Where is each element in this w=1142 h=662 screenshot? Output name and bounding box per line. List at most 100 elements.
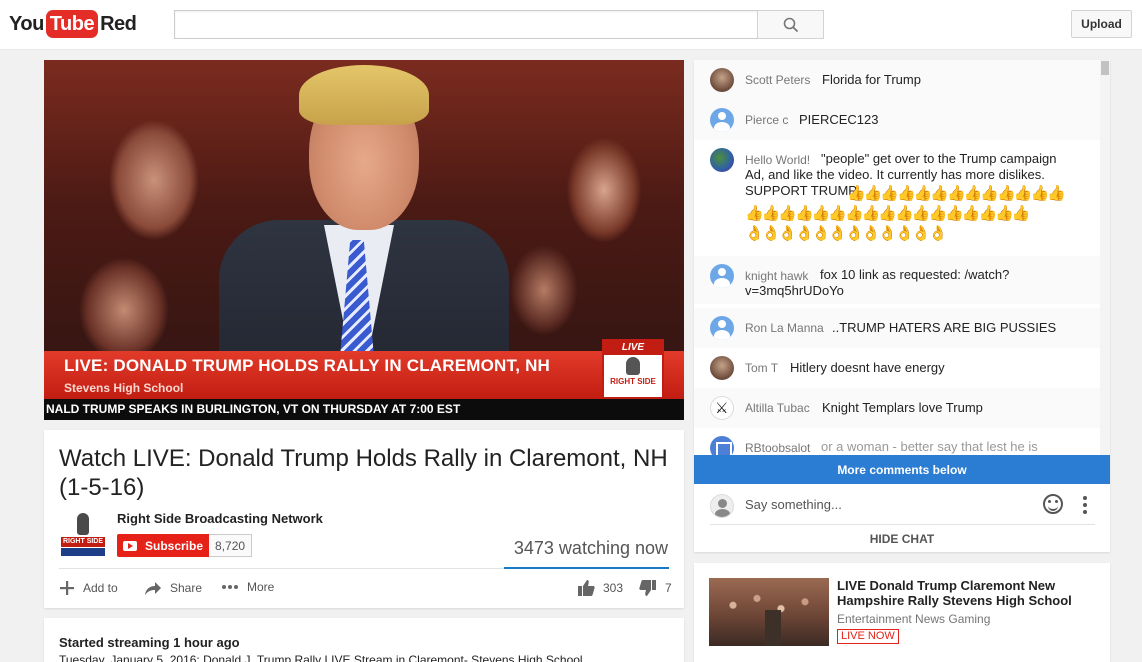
search-input[interactable] [174,10,758,39]
related-video-channel: Entertainment News Gaming [837,612,991,626]
live-bug-label: LIVE [604,341,662,355]
emoji-picker-icon[interactable] [1043,494,1063,514]
chat-text: fox 10 link as requested: /watch?v=3mq5h… [745,267,1010,298]
chat-author[interactable]: Altilla Tubac [745,401,810,415]
live-now-badge: LIVE NOW [837,629,899,644]
dislike-count: 7 [665,581,672,595]
share-button[interactable]: Share [144,580,202,596]
chat-author[interactable]: Pierce c [745,113,788,127]
chat-message: knight hawk fox 10 link as requested: /w… [694,256,1100,304]
related-video-card[interactable]: LIVE Donald Trump Claremont New Hampshir… [694,563,1110,662]
chat-message: Scott Peters Florida for Trump [694,60,1100,100]
add-to-label: Add to [83,581,118,595]
related-video-title[interactable]: LIVE Donald Trump Claremont New Hampshir… [837,578,1087,608]
channel-name-link[interactable]: Right Side Broadcasting Network [117,511,323,526]
user-avatar[interactable] [710,148,734,172]
youtube-red-logo[interactable]: You Tube Red [9,9,137,39]
chat-compose-row: Say something... [694,490,1110,525]
user-avatar[interactable] [710,356,734,380]
logo-red-text: Red [100,12,137,35]
youtube-play-icon [123,540,137,551]
logo-you-text: You [9,12,44,35]
plus-icon [60,581,74,595]
description-text: Tuesday, January 5, 2016: Donald J. Trum… [59,653,583,662]
lower-third-title: LIVE: DONALD TRUMP HOLDS RALLY IN CLAREM… [64,356,551,375]
chat-scrollbar[interactable] [1100,60,1110,455]
video-info-card: Watch LIVE: Donald Trump Holds Rally in … [44,430,684,608]
chat-input[interactable]: Say something... [745,497,842,512]
dislike-button[interactable]: 7 [639,580,672,596]
watching-underline [504,567,669,569]
chat-message: Pierce c PIERCEC123 [694,100,1100,140]
thumbs-down-icon [639,580,656,596]
add-to-button[interactable]: Add to [59,580,118,596]
subscribe-button[interactable]: Subscribe 8,720 [117,534,253,557]
user-avatar[interactable] [710,436,734,455]
share-arrow-icon [145,582,161,595]
news-ticker: NALD TRUMP SPEAKS IN BURLINGTON, VT ON T… [44,399,684,420]
current-user-avatar [710,494,734,518]
chat-emoji-line: 👌👌👌👌👌👌👌👌👌👌👌👌 [745,225,947,242]
user-avatar[interactable] [710,108,734,132]
thumbs-up-icon [578,580,595,596]
chat-text: or a woman - better say that lest he is … [821,439,1038,454]
subscriber-count: 8,720 [209,534,253,557]
chat-message-list[interactable]: Scott Peters Florida for Trump Pierce c … [694,60,1100,455]
chat-text: Knight Templars love Trump [822,400,983,415]
lower-third-subtitle: Stevens High School [64,381,184,395]
search-icon [783,17,798,32]
chat-message: Tom T Hitlery doesnt have energy [694,348,1100,388]
chat-scrollbar-thumb[interactable] [1101,61,1109,75]
chat-author[interactable]: Tom T [745,361,778,375]
watching-count: 3473 watching now [513,538,668,558]
live-bug-logo: LIVE RIGHT SIDE [602,339,664,399]
chat-text: Hitlery doesnt have energy [790,360,945,375]
subscribe-main[interactable]: Subscribe [117,534,210,557]
chat-text: ..TRUMP HATERS ARE BIG PUSSIES [832,320,1057,335]
description-card: Started streaming 1 hour ago Tuesday, Ja… [44,618,684,662]
related-video-thumbnail[interactable] [709,578,829,646]
live-bug-brand: RIGHT SIDE [610,377,656,386]
chat-input-underline [710,524,1095,525]
channel-avatar[interactable]: RIGHT SIDE [59,510,107,558]
thumbnail-podium [765,610,781,646]
chat-message: Altilla Tubac Knight Templars love Trump [694,388,1100,428]
chat-menu-icon[interactable] [1083,496,1087,514]
like-count: 303 [603,581,624,595]
subscribe-label: Subscribe [145,538,204,553]
logo-tube-text: Tube [45,10,99,38]
video-player[interactable]: LIVE: DONALD TRUMP HOLDS RALLY IN CLAREM… [44,60,684,420]
hide-chat-button[interactable]: HIDE CHAT [694,532,1110,546]
user-avatar[interactable] [710,396,734,420]
user-avatar[interactable] [710,264,734,288]
chat-text: PIERCEC123 [799,112,879,127]
chat-message: Hello World! "people" get over to the Tr… [694,140,1100,256]
speaker-hair [299,65,429,125]
channel-logo-text: RIGHT SIDE [61,537,105,547]
chat-emoji-line: 👍👍👍👍👍👍👍👍👍👍👍👍👍👍👍👍👍 [745,205,1031,222]
chat-author[interactable]: Ron La Manna [745,321,824,335]
microphone-icon [77,513,89,535]
microphone-icon [626,357,640,375]
more-comments-button[interactable]: More comments below [694,455,1110,484]
like-button[interactable]: 303 [577,580,623,596]
upload-button[interactable]: Upload [1071,10,1132,38]
chat-message: Ron La Manna ..TRUMP HATERS ARE BIG PUSS… [694,308,1100,348]
lower-third-banner: LIVE: DONALD TRUMP HOLDS RALLY IN CLAREM… [44,351,684,399]
search-button[interactable] [757,10,824,39]
more-dots-icon [222,585,238,589]
chat-message: RBtoobsalot or a woman - better say that… [694,428,1100,455]
chat-text: Florida for Trump [822,72,921,87]
more-label: More [247,580,275,594]
live-chat-panel: Scott Peters Florida for Trump Pierce c … [694,60,1110,552]
chat-emoji-line: 👍👍👍👍👍👍👍👍👍👍👍👍👍 [847,185,1066,202]
video-title: Watch LIVE: Donald Trump Holds Rally in … [59,445,668,501]
user-avatar[interactable] [710,316,734,340]
masthead: You Tube Red Upload [0,0,1142,50]
channel-logo-band [61,548,105,556]
share-label: Share [170,581,203,595]
more-button[interactable]: More [221,580,274,594]
user-avatar[interactable] [710,68,734,92]
chat-author[interactable]: Scott Peters [745,73,810,87]
ticker-text: NALD TRUMP SPEAKS IN BURLINGTON, VT ON T… [46,402,461,416]
